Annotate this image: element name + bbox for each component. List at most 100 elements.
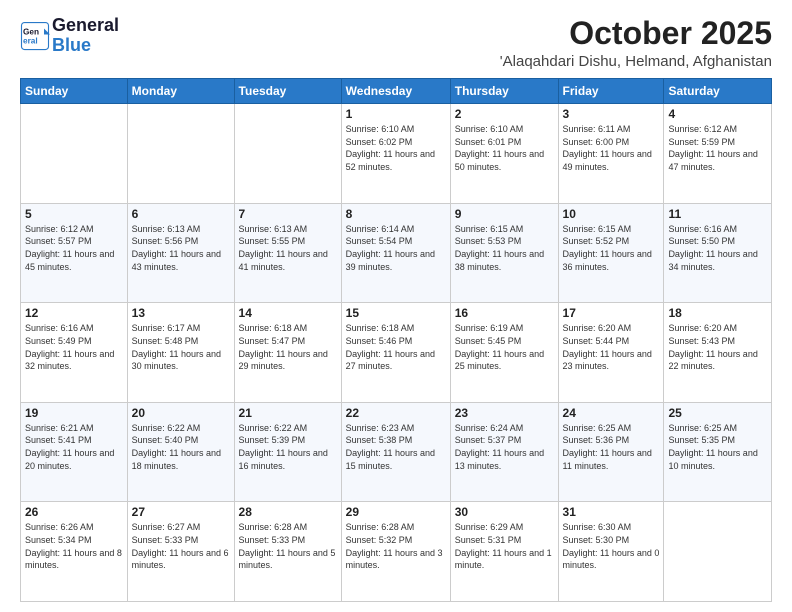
calendar-cell: 13Sunrise: 6:17 AMSunset: 5:48 PMDayligh…: [127, 303, 234, 403]
day-number: 9: [455, 207, 554, 221]
calendar-row: 19 Sunrise: 6:21 AMSunset: 5:41 PMDayligh…: [21, 402, 772, 502]
calendar-cell: 8 Sunrise: 6:14 AMSunset: 5:54 PMDaylight…: [341, 203, 450, 303]
calendar-cell: 6 Sunrise: 6:13 AMSunset: 5:56 PMDaylight…: [127, 203, 234, 303]
calendar-cell: 27Sunrise: 6:27 AMSunset: 5:33 PMDayligh…: [127, 502, 234, 602]
day-info: Sunrise: 6:12 AMSunset: 5:57 PMDaylight:…: [25, 223, 123, 273]
calendar-cell: 25 Sunrise: 6:25 AMSunset: 5:35 PMDayligh…: [664, 402, 772, 502]
day-number: 19: [25, 406, 123, 420]
weekday-header-cell: Friday: [558, 79, 664, 104]
calendar-cell: 10Sunrise: 6:15 AMSunset: 5:52 PMDayligh…: [558, 203, 664, 303]
day-info: Sunrise: 6:27 AMSunset: 5:33 PMDaylight:…: [132, 521, 230, 571]
logo-icon: Gen eral: [20, 21, 50, 51]
calendar-cell: [21, 104, 128, 204]
calendar-cell: 4 Sunrise: 6:12 AMSunset: 5:59 PMDaylight…: [664, 104, 772, 204]
day-number: 31: [563, 505, 660, 519]
day-info: Sunrise: 6:10 AMSunset: 6:02 PMDaylight:…: [346, 123, 446, 173]
day-info: Sunrise: 6:19 AMSunset: 5:45 PMDaylight:…: [455, 322, 554, 372]
day-number: 24: [563, 406, 660, 420]
logo: Gen eral General Blue: [20, 16, 119, 56]
calendar-row: 12 Sunrise: 6:16 AMSunset: 5:49 PMDayligh…: [21, 303, 772, 403]
calendar-cell: 7Sunrise: 6:13 AMSunset: 5:55 PMDaylight…: [234, 203, 341, 303]
weekday-header-cell: Monday: [127, 79, 234, 104]
calendar-cell: [664, 502, 772, 602]
calendar-cell: 15Sunrise: 6:18 AMSunset: 5:46 PMDayligh…: [341, 303, 450, 403]
calendar-cell: 12 Sunrise: 6:16 AMSunset: 5:49 PMDayligh…: [21, 303, 128, 403]
calendar-cell: 11Sunrise: 6:16 AMSunset: 5:50 PMDayligh…: [664, 203, 772, 303]
day-info: Sunrise: 6:23 AMSunset: 5:38 PMDaylight:…: [346, 422, 446, 472]
calendar-cell: 20 Sunrise: 6:22 AMSunset: 5:40 PMDayligh…: [127, 402, 234, 502]
day-number: 23: [455, 406, 554, 420]
calendar-cell: 14 Sunrise: 6:18 AMSunset: 5:47 PMDayligh…: [234, 303, 341, 403]
day-info: Sunrise: 6:10 AMSunset: 6:01 PMDaylight:…: [455, 123, 554, 173]
day-info: Sunrise: 6:29 AMSunset: 5:31 PMDaylight:…: [455, 521, 554, 571]
location-title: 'Alaqahdari Dishu, Helmand, Afghanistan: [500, 53, 772, 70]
calendar-cell: 19 Sunrise: 6:21 AMSunset: 5:41 PMDayligh…: [21, 402, 128, 502]
calendar-cell: 26 Sunrise: 6:26 AMSunset: 5:34 PMDayligh…: [21, 502, 128, 602]
day-info: Sunrise: 6:16 AMSunset: 5:49 PMDaylight:…: [25, 322, 123, 372]
day-number: 15: [346, 306, 446, 320]
day-number: 1: [346, 107, 446, 121]
calendar-cell: [234, 104, 341, 204]
weekday-header-cell: Tuesday: [234, 79, 341, 104]
day-info: Sunrise: 6:13 AMSunset: 5:56 PMDaylight:…: [132, 223, 230, 273]
weekday-header-cell: Sunday: [21, 79, 128, 104]
day-number: 5: [25, 207, 123, 221]
weekday-header-cell: Saturday: [664, 79, 772, 104]
calendar-cell: 2 Sunrise: 6:10 AMSunset: 6:01 PMDaylight…: [450, 104, 558, 204]
day-info: Sunrise: 6:22 AMSunset: 5:40 PMDaylight:…: [132, 422, 230, 472]
calendar-cell: 24 Sunrise: 6:25 AMSunset: 5:36 PMDayligh…: [558, 402, 664, 502]
day-number: 21: [239, 406, 337, 420]
day-info: Sunrise: 6:20 AMSunset: 5:43 PMDaylight:…: [668, 322, 767, 372]
day-number: 29: [346, 505, 446, 519]
title-block: October 2025 'Alaqahdari Dishu, Helmand,…: [500, 16, 772, 70]
calendar-cell: 17 Sunrise: 6:20 AMSunset: 5:44 PMDayligh…: [558, 303, 664, 403]
day-number: 4: [668, 107, 767, 121]
day-info: Sunrise: 6:18 AMSunset: 5:47 PMDaylight:…: [239, 322, 337, 372]
day-number: 18: [668, 306, 767, 320]
calendar-row: 26 Sunrise: 6:26 AMSunset: 5:34 PMDayligh…: [21, 502, 772, 602]
logo-text: General Blue: [52, 16, 119, 56]
day-info: Sunrise: 6:25 AMSunset: 5:36 PMDaylight:…: [563, 422, 660, 472]
day-info: Sunrise: 6:14 AMSunset: 5:54 PMDaylight:…: [346, 223, 446, 273]
day-number: 2: [455, 107, 554, 121]
day-number: 8: [346, 207, 446, 221]
svg-text:Gen: Gen: [23, 27, 39, 36]
day-info: Sunrise: 6:28 AMSunset: 5:32 PMDaylight:…: [346, 521, 446, 571]
day-number: 16: [455, 306, 554, 320]
day-info: Sunrise: 6:13 AMSunset: 5:55 PMDaylight:…: [239, 223, 337, 273]
calendar-cell: 22 Sunrise: 6:23 AMSunset: 5:38 PMDayligh…: [341, 402, 450, 502]
day-info: Sunrise: 6:30 AMSunset: 5:30 PMDaylight:…: [563, 521, 660, 571]
day-info: Sunrise: 6:21 AMSunset: 5:41 PMDaylight:…: [25, 422, 123, 472]
calendar-cell: 23 Sunrise: 6:24 AMSunset: 5:37 PMDayligh…: [450, 402, 558, 502]
day-info: Sunrise: 6:17 AMSunset: 5:48 PMDaylight:…: [132, 322, 230, 372]
calendar-cell: 16 Sunrise: 6:19 AMSunset: 5:45 PMDayligh…: [450, 303, 558, 403]
calendar-cell: 3Sunrise: 6:11 AMSunset: 6:00 PMDaylight…: [558, 104, 664, 204]
day-number: 6: [132, 207, 230, 221]
day-number: 26: [25, 505, 123, 519]
day-number: 12: [25, 306, 123, 320]
day-info: Sunrise: 6:15 AMSunset: 5:52 PMDaylight:…: [563, 223, 660, 273]
day-number: 25: [668, 406, 767, 420]
day-number: 3: [563, 107, 660, 121]
day-info: Sunrise: 6:26 AMSunset: 5:34 PMDaylight:…: [25, 521, 123, 571]
day-info: Sunrise: 6:12 AMSunset: 5:59 PMDaylight:…: [668, 123, 767, 173]
day-info: Sunrise: 6:24 AMSunset: 5:37 PMDaylight:…: [455, 422, 554, 472]
day-info: Sunrise: 6:22 AMSunset: 5:39 PMDaylight:…: [239, 422, 337, 472]
svg-text:eral: eral: [23, 36, 38, 45]
day-info: Sunrise: 6:20 AMSunset: 5:44 PMDaylight:…: [563, 322, 660, 372]
day-number: 14: [239, 306, 337, 320]
day-number: 20: [132, 406, 230, 420]
header: Gen eral General Blue October 2025 'Alaq…: [20, 16, 772, 70]
calendar-cell: 9 Sunrise: 6:15 AMSunset: 5:53 PMDaylight…: [450, 203, 558, 303]
day-info: Sunrise: 6:25 AMSunset: 5:35 PMDaylight:…: [668, 422, 767, 472]
day-number: 22: [346, 406, 446, 420]
day-info: Sunrise: 6:15 AMSunset: 5:53 PMDaylight:…: [455, 223, 554, 273]
day-number: 17: [563, 306, 660, 320]
day-number: 11: [668, 207, 767, 221]
calendar-cell: 29 Sunrise: 6:28 AMSunset: 5:32 PMDayligh…: [341, 502, 450, 602]
calendar-cell: 5 Sunrise: 6:12 AMSunset: 5:57 PMDaylight…: [21, 203, 128, 303]
calendar-cell: [127, 104, 234, 204]
calendar-row: 5 Sunrise: 6:12 AMSunset: 5:57 PMDaylight…: [21, 203, 772, 303]
weekday-header-cell: Thursday: [450, 79, 558, 104]
calendar-row: 1 Sunrise: 6:10 AMSunset: 6:02 PMDaylight…: [21, 104, 772, 204]
